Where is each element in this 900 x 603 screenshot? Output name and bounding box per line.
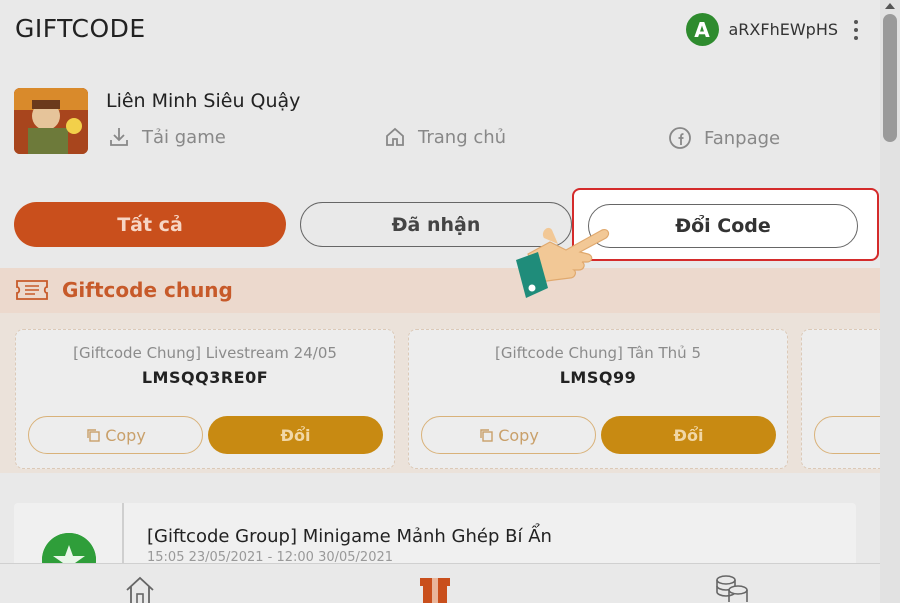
download-link-label: Tải game bbox=[142, 126, 226, 148]
copy-button[interactable]: Copy bbox=[421, 416, 596, 454]
nav-home[interactable] bbox=[124, 574, 156, 603]
giftcode-card-partial bbox=[801, 329, 880, 469]
copy-button[interactable] bbox=[814, 416, 880, 454]
coins-icon bbox=[716, 575, 748, 602]
home-icon bbox=[386, 127, 404, 146]
avatar[interactable]: A bbox=[685, 13, 719, 46]
game-name: Liên Minh Siêu Quậy bbox=[106, 90, 301, 112]
download-icon bbox=[110, 128, 128, 146]
home-icon bbox=[126, 576, 154, 603]
giftcode-card: [Giftcode Chung] Tân Thủ 5 LMSQ99 Copy Đ… bbox=[408, 329, 788, 469]
page-title: GIFTCODE bbox=[15, 14, 146, 43]
redeem-button[interactable]: Đổi bbox=[601, 416, 776, 454]
section-title: Giftcode chung bbox=[62, 278, 233, 302]
copy-button[interactable]: Copy bbox=[28, 416, 203, 454]
section-header: Giftcode chung bbox=[0, 268, 880, 313]
giftcode-card: [Giftcode Chung] Livestream 24/05 LMSQQ3… bbox=[15, 329, 395, 469]
kebab-icon[interactable] bbox=[854, 19, 860, 40]
tab-all[interactable]: Tất cả bbox=[14, 202, 286, 247]
redeem-button[interactable]: Đổi bbox=[208, 416, 383, 454]
download-link[interactable]: Tải game bbox=[108, 126, 226, 148]
giftcode-value: LMSQ99 bbox=[559, 368, 637, 387]
home-link[interactable]: Trang chủ bbox=[384, 126, 506, 148]
scrollbar[interactable] bbox=[880, 0, 900, 603]
ticket-icon bbox=[16, 280, 48, 300]
tabs: Tất cả Đã nhận Đổi Code bbox=[0, 182, 880, 268]
copy-icon bbox=[87, 429, 100, 442]
nav-giftcode[interactable] bbox=[418, 574, 452, 603]
bottom-nav bbox=[0, 563, 880, 603]
header: GIFTCODE A aRXFhEWpHS bbox=[0, 0, 880, 62]
home-link-label: Trang chủ bbox=[418, 126, 507, 148]
username[interactable]: aRXFhEWpHS bbox=[729, 20, 839, 39]
scroll-thumb[interactable] bbox=[883, 14, 897, 142]
facebook-icon bbox=[669, 127, 691, 149]
giftcode-page: GIFTCODE A aRXFhEWpHS Liên Minh Siêu Quậ… bbox=[0, 0, 880, 603]
nav-coins[interactable] bbox=[714, 574, 750, 603]
gift-box-icon bbox=[420, 578, 450, 603]
copy-icon bbox=[480, 429, 493, 442]
giftcode-value: LMSQQ3RE0F bbox=[141, 368, 269, 387]
fanpage-link-label: Fanpage bbox=[704, 127, 781, 149]
giftcode-list[interactable]: [Giftcode Chung] Livestream 24/05 LMSQQ3… bbox=[0, 313, 880, 473]
giftcode-title: [Giftcode Chung] Tân Thủ 5 bbox=[495, 344, 701, 362]
user-menu[interactable]: A aRXFhEWpHS bbox=[685, 13, 861, 46]
copy-button-label: Copy bbox=[498, 425, 539, 445]
game-thumbnail bbox=[14, 88, 88, 154]
group-title: [Giftcode Group] Minigame Mảnh Ghép Bí Ẩ… bbox=[147, 526, 552, 547]
copy-button-label: Copy bbox=[105, 425, 146, 445]
scroll-up-arrow-icon[interactable] bbox=[885, 3, 895, 9]
tab-redeem-code[interactable]: Đổi Code bbox=[588, 204, 858, 248]
game-links: Tải game Trang chủ Fanpage bbox=[106, 126, 796, 156]
giftcode-title: [Giftcode Chung] Livestream 24/05 bbox=[73, 344, 337, 362]
redeem-tab-highlight: Đổi Code bbox=[572, 188, 879, 261]
pointing-hand-icon bbox=[510, 214, 614, 308]
fanpage-link[interactable]: Fanpage bbox=[668, 126, 780, 150]
game-info: Liên Minh Siêu Quậy Tải game Trang chủ F… bbox=[0, 62, 880, 182]
